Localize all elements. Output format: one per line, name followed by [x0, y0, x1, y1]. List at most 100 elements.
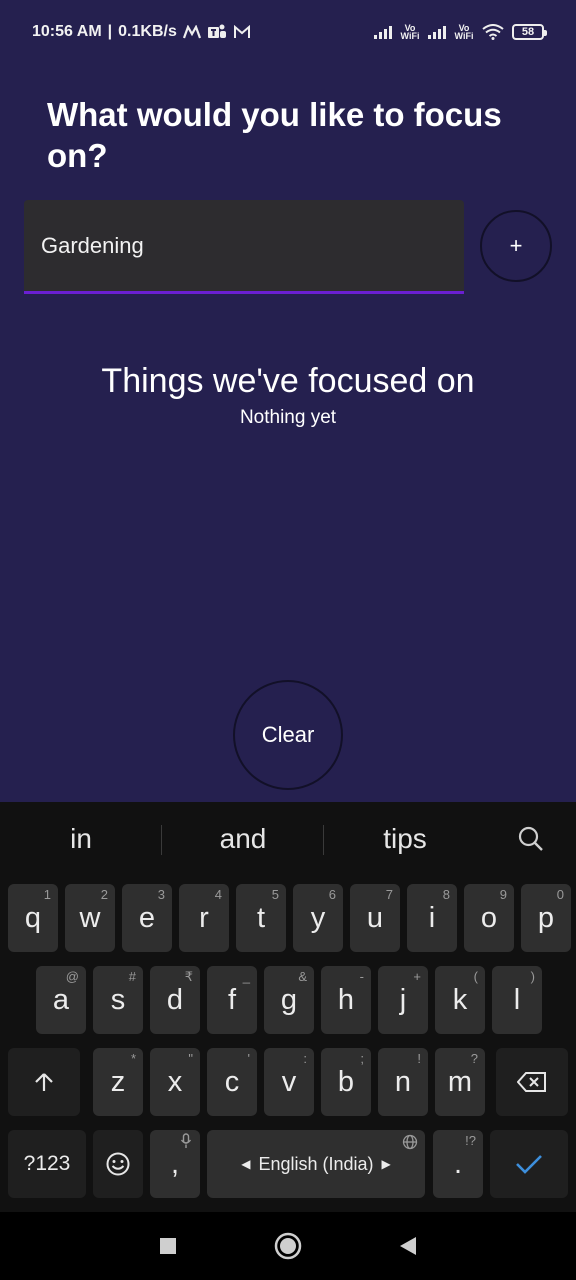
gmail-icon: [233, 25, 250, 38]
key-row-1: q1w2e3r4t5y6u7i8o9p0: [0, 884, 576, 952]
key-m[interactable]: m?: [435, 1048, 485, 1116]
key-hint: ): [530, 969, 535, 984]
key-a[interactable]: a @: [36, 966, 86, 1034]
key-w[interactable]: w2: [65, 884, 115, 952]
key-hint: ;: [360, 1051, 364, 1066]
globe-icon: [402, 1134, 418, 1150]
emoji-icon: [106, 1152, 130, 1176]
period-hint: !?: [465, 1133, 476, 1148]
key-h[interactable]: h-: [321, 966, 371, 1034]
key-hint: @: [65, 969, 79, 984]
key-hint: _: [242, 969, 250, 984]
status-left: 10:56 AM | 0.1KB/s: [32, 23, 251, 41]
key-z[interactable]: z *: [93, 1048, 143, 1116]
key-p[interactable]: p0: [521, 884, 571, 952]
key-hint: 0: [556, 887, 564, 902]
key-hint: 6: [328, 887, 336, 902]
shift-key[interactable]: [8, 1048, 80, 1116]
key-hint: 7: [385, 887, 393, 902]
app-m-icon: [182, 25, 201, 39]
space-left-arrow-icon: ◀: [241, 1157, 251, 1171]
key-hint: (: [473, 969, 478, 984]
key-s[interactable]: s #: [93, 966, 143, 1034]
key-x[interactable]: x ": [150, 1048, 200, 1116]
keyboard-search-icon[interactable]: [486, 825, 576, 853]
key-q[interactable]: q1: [8, 884, 58, 952]
battery-level: 58: [521, 26, 535, 38]
signal-icon-2: [428, 25, 446, 39]
key-hint: 2: [100, 887, 108, 902]
key-hint: ': [247, 1051, 250, 1066]
empty-state-text: Nothing yet: [239, 407, 337, 428]
key-e[interactable]: e3: [122, 884, 172, 952]
network-speed: 0.1KB/s: [118, 23, 177, 40]
period-key[interactable]: . !?: [433, 1130, 483, 1198]
key-f[interactable]: f _: [207, 966, 257, 1034]
focus-input[interactable]: [41, 232, 464, 259]
key-y[interactable]: y6: [293, 884, 343, 952]
comma-key[interactable]: ,: [150, 1130, 200, 1198]
key-hint: +: [413, 969, 421, 984]
suggestion-3[interactable]: tips: [324, 823, 486, 855]
key-i[interactable]: i8: [407, 884, 457, 952]
battery-icon: 58: [512, 24, 547, 40]
vowifi-label: Vo WiFi: [400, 23, 420, 41]
backspace-key[interactable]: [496, 1048, 568, 1116]
symbols-key[interactable]: ?123: [8, 1130, 86, 1198]
key-row-4: ?123 , ◀ English (India) ▶ . !?: [0, 1130, 576, 1198]
key-j[interactable]: j +: [378, 966, 428, 1034]
key-hint: ₹: [184, 969, 193, 984]
space-key[interactable]: ◀ English (India) ▶: [207, 1130, 425, 1198]
key-hint: !: [417, 1051, 421, 1066]
key-n[interactable]: n!: [378, 1048, 428, 1116]
key-g[interactable]: g &: [264, 966, 314, 1034]
key-d[interactable]: d ₹: [150, 966, 200, 1034]
key-u[interactable]: u7: [350, 884, 400, 952]
shift-icon: [35, 1073, 53, 1091]
key-hint: :: [303, 1051, 307, 1066]
back-icon[interactable]: [398, 1235, 418, 1257]
suggestion-1[interactable]: in: [0, 823, 162, 855]
key-t[interactable]: t5: [236, 884, 286, 952]
key-hint: *: [130, 1051, 136, 1066]
suggestion-bar: in and tips: [0, 802, 576, 876]
key-b[interactable]: b;: [321, 1048, 371, 1116]
home-icon[interactable]: [274, 1232, 302, 1260]
enter-key[interactable]: [490, 1130, 568, 1198]
key-hint: 3: [157, 887, 165, 902]
soft-keyboard: in and tips q1w2e3r4t5y6u7i8o9p0 a @ s # d ₹ f…: [0, 802, 576, 1212]
add-button[interactable]: +: [480, 210, 552, 282]
status-right: Vo WiFi Vo WiFi 58: [374, 23, 547, 41]
focus-input-container[interactable]: [24, 200, 464, 294]
suggestion-2[interactable]: and: [162, 823, 324, 855]
key-l[interactable]: l): [492, 966, 542, 1034]
key-hint: ": [188, 1051, 193, 1066]
key-hint: 8: [442, 887, 450, 902]
space-label: English (India): [258, 1153, 374, 1174]
key-hint: #: [128, 969, 136, 984]
teams-icon: [207, 24, 226, 38]
key-hint: 5: [271, 887, 279, 902]
recents-icon[interactable]: [158, 1236, 178, 1256]
space-right-arrow-icon: ▶: [381, 1157, 391, 1171]
status-bar: 10:56 AM | 0.1KB/s Vo WiFi Vo WiFi 58: [0, 0, 576, 64]
clear-button[interactable]: Clear: [233, 680, 343, 790]
mic-icon: [180, 1133, 192, 1148]
page-title: What would you like to focus on?: [47, 96, 502, 174]
check-icon: [516, 1155, 542, 1174]
emoji-key[interactable]: [93, 1130, 143, 1198]
key-v[interactable]: v:: [264, 1048, 314, 1116]
key-row-3: z * x " c ' v: b; n! m?: [0, 1048, 576, 1116]
vowifi-label-2: Vo WiFi: [454, 23, 474, 41]
key-hint: ?: [470, 1051, 478, 1066]
key-hint: &: [298, 969, 307, 984]
key-hint: 4: [214, 887, 222, 902]
key-k[interactable]: k(: [435, 966, 485, 1034]
key-row-2: a @ s # d ₹ f _ g & h - j + k(l): [0, 966, 576, 1034]
key-r[interactable]: r4: [179, 884, 229, 952]
key-c[interactable]: c ': [207, 1048, 257, 1116]
key-hint: 1: [43, 887, 51, 902]
key-o[interactable]: o9: [464, 884, 514, 952]
navigation-bar: [0, 1212, 576, 1280]
status-time: 10:56 AM: [32, 23, 102, 40]
